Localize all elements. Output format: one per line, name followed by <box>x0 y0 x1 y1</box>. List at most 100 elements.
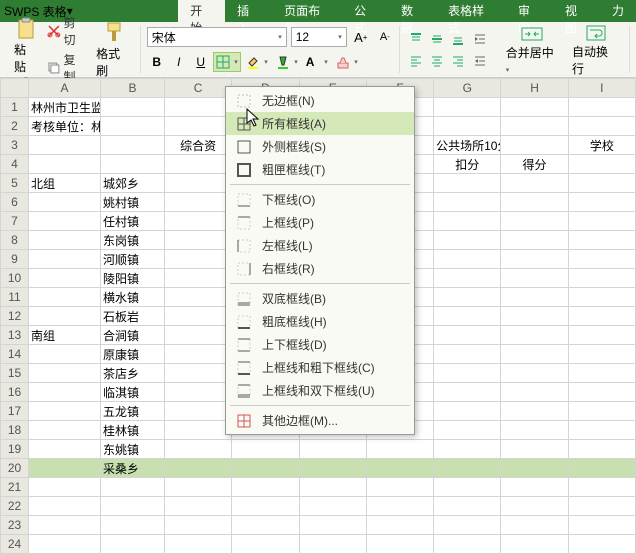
cell[interactable] <box>434 231 501 250</box>
cell[interactable] <box>568 421 635 440</box>
cell[interactable] <box>299 516 366 535</box>
cell[interactable]: 横水镇 <box>101 288 165 307</box>
cell[interactable] <box>29 364 101 383</box>
cell[interactable]: 临淇镇 <box>101 383 165 402</box>
ribbon-tab-4[interactable]: 数据 <box>389 0 436 22</box>
cell[interactable]: 东岗镇 <box>101 231 165 250</box>
row-header[interactable]: 22 <box>1 497 29 516</box>
row-header[interactable]: 12 <box>1 307 29 326</box>
col-header-B[interactable]: B <box>101 79 165 98</box>
cell[interactable] <box>434 459 501 478</box>
cell[interactable] <box>165 231 232 250</box>
row-header[interactable]: 5 <box>1 174 29 193</box>
cell[interactable] <box>165 383 232 402</box>
cell[interactable] <box>29 402 101 421</box>
clear-format-button[interactable]: ▾ <box>333 52 361 72</box>
cell[interactable] <box>165 269 232 288</box>
cell[interactable] <box>568 231 635 250</box>
cell[interactable] <box>501 250 568 269</box>
border-menu-item[interactable]: 上框线和双下框线(U) <box>226 379 414 402</box>
cell[interactable] <box>29 345 101 364</box>
border-menu-item[interactable]: 其他边框(M)... <box>226 409 414 432</box>
cell[interactable] <box>501 193 568 212</box>
cell[interactable] <box>568 307 635 326</box>
cell[interactable] <box>366 440 433 459</box>
col-header-H[interactable]: H <box>501 79 568 98</box>
cell[interactable]: 林州市卫生监督协管工作半 <box>29 98 101 117</box>
col-header-G[interactable]: G <box>434 79 501 98</box>
cell[interactable]: 考核单位：林州市卫生局 <box>29 117 101 136</box>
cell[interactable] <box>29 136 101 155</box>
cell[interactable] <box>501 535 568 554</box>
row-header[interactable]: 7 <box>1 212 29 231</box>
cell[interactable] <box>29 269 101 288</box>
cell[interactable] <box>501 117 568 136</box>
cell[interactable] <box>434 193 501 212</box>
cell[interactable] <box>501 497 568 516</box>
cell[interactable] <box>434 250 501 269</box>
borders-button[interactable]: ▾ <box>213 52 241 72</box>
cell[interactable] <box>434 98 501 117</box>
cell[interactable] <box>568 174 635 193</box>
row-header[interactable]: 2 <box>1 117 29 136</box>
border-menu-item[interactable]: 上框线(P) <box>226 211 414 234</box>
border-menu-item[interactable]: 上框线和粗下框线(C) <box>226 356 414 379</box>
row-header[interactable]: 16 <box>1 383 29 402</box>
align-left-button[interactable] <box>406 51 426 71</box>
row-header[interactable]: 6 <box>1 193 29 212</box>
cell[interactable]: 北组 <box>29 174 101 193</box>
cell[interactable]: 公共场所10分 <box>434 136 501 155</box>
font-color-button[interactable]: A▾ <box>303 52 331 72</box>
cell[interactable] <box>568 288 635 307</box>
row-header[interactable]: 17 <box>1 402 29 421</box>
cell[interactable] <box>434 478 501 497</box>
cell[interactable] <box>29 516 101 535</box>
border-menu-item[interactable]: 所有框线(A) <box>226 112 414 135</box>
ribbon-tab-5[interactable]: 表格样式 <box>436 0 506 22</box>
cell[interactable] <box>434 364 501 383</box>
row-header[interactable]: 9 <box>1 250 29 269</box>
cell[interactable]: 原康镇 <box>101 345 165 364</box>
cell[interactable] <box>101 98 165 117</box>
cell[interactable] <box>434 345 501 364</box>
row-header[interactable]: 1 <box>1 98 29 117</box>
row-header[interactable]: 3 <box>1 136 29 155</box>
cell[interactable]: 扣分 <box>434 155 501 174</box>
row-header[interactable]: 13 <box>1 326 29 345</box>
border-menu-item[interactable]: 粗匣框线(T) <box>226 158 414 181</box>
cell[interactable] <box>434 307 501 326</box>
cell[interactable] <box>165 212 232 231</box>
cell[interactable] <box>299 459 366 478</box>
border-menu-item[interactable]: 左框线(L) <box>226 234 414 257</box>
cell[interactable] <box>299 440 366 459</box>
row-header[interactable]: 20 <box>1 459 29 478</box>
cell[interactable] <box>232 440 299 459</box>
border-menu-item[interactable]: 外侧框线(S) <box>226 135 414 158</box>
cell[interactable] <box>501 136 568 155</box>
cell[interactable] <box>568 193 635 212</box>
cell[interactable] <box>568 516 635 535</box>
row-header[interactable]: 21 <box>1 478 29 497</box>
ribbon-tab-0[interactable]: 开始 <box>178 0 225 22</box>
cell[interactable] <box>165 98 232 117</box>
cell[interactable] <box>568 535 635 554</box>
cell[interactable] <box>501 269 568 288</box>
cell[interactable] <box>101 136 165 155</box>
underline-button[interactable]: U <box>191 52 211 72</box>
cell[interactable] <box>434 174 501 193</box>
cell[interactable] <box>299 497 366 516</box>
cell[interactable] <box>165 174 232 193</box>
cut-button[interactable]: 剪切 <box>44 13 90 49</box>
cell[interactable] <box>29 421 101 440</box>
cell[interactable] <box>29 193 101 212</box>
cell[interactable] <box>101 535 165 554</box>
cell[interactable] <box>29 478 101 497</box>
cell[interactable]: 得分 <box>501 155 568 174</box>
cell[interactable] <box>568 345 635 364</box>
cell[interactable] <box>165 117 232 136</box>
ribbon-tab-3[interactable]: 公式 <box>342 0 389 22</box>
cell[interactable] <box>366 497 433 516</box>
cell[interactable] <box>29 440 101 459</box>
row-header[interactable]: 18 <box>1 421 29 440</box>
cell[interactable] <box>434 402 501 421</box>
